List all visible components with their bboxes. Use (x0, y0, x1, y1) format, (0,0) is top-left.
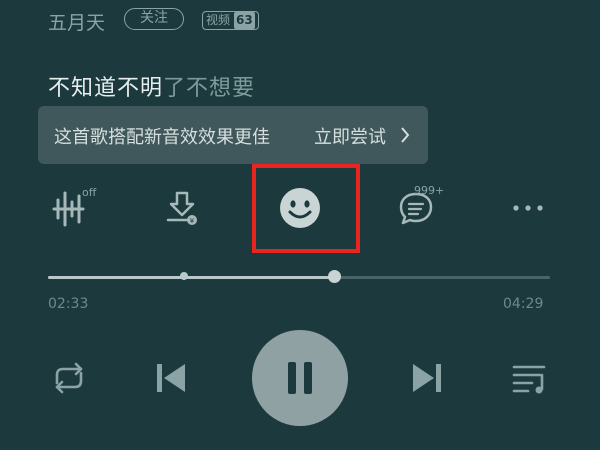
highlight-box (252, 164, 360, 253)
repeat-button[interactable] (46, 358, 92, 398)
download-button[interactable]: ¥ (156, 182, 208, 234)
download-icon: ¥ (166, 191, 197, 225)
video-count: 63 (234, 12, 255, 29)
artist-name[interactable]: 五月天 (48, 8, 105, 35)
previous-button[interactable] (150, 356, 192, 400)
progress-played (48, 276, 334, 279)
more-icon (513, 205, 543, 211)
current-lyric-line[interactable]: 不知道不明了不想要 (48, 70, 255, 102)
playlist-icon (512, 365, 546, 394)
chevron-right-icon[interactable] (400, 126, 410, 144)
next-icon (413, 364, 441, 392)
follow-button[interactable]: 关注 (124, 8, 184, 30)
tooltip-message: 这首歌搭配新音效效果更佳 (54, 127, 270, 148)
previous-icon (157, 364, 185, 392)
pause-icon (288, 362, 312, 394)
sound-effect-tooltip: 这首歌搭配新音效效果更佳 立即尝试 (38, 106, 428, 164)
progress-marker (180, 272, 188, 280)
current-time: 02:33 (48, 296, 89, 312)
lyric-sung-part: 不知道不明 (48, 76, 164, 101)
total-time: 04:29 (503, 296, 544, 312)
playlist-button[interactable] (508, 358, 552, 398)
comment-count: 999+ (414, 184, 445, 197)
sound-effect-off-badge: off (82, 186, 97, 199)
lyric-unsung-part: 了不想要 (163, 76, 256, 101)
svg-text:¥: ¥ (190, 217, 195, 225)
progress-thumb[interactable] (328, 270, 341, 283)
video-label: 视频 (206, 13, 231, 27)
next-button[interactable] (406, 356, 448, 400)
more-button[interactable] (502, 182, 554, 234)
repeat-icon (55, 362, 83, 394)
play-pause-button[interactable] (252, 330, 348, 426)
try-now-link[interactable]: 立即尝试 (314, 123, 386, 149)
video-badge[interactable]: 视频 63 (202, 11, 259, 30)
